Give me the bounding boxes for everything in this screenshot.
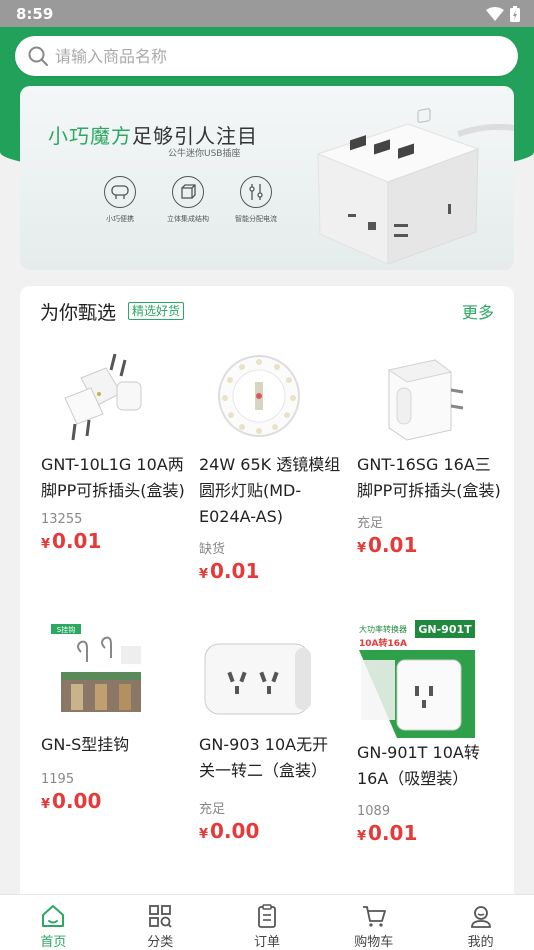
battery-icon — [510, 5, 520, 22]
currency-symbol: ¥ — [199, 567, 209, 582]
product-image — [209, 348, 309, 448]
cart-icon — [362, 906, 386, 927]
banner-feature: 小巧便携 — [96, 176, 144, 224]
product-name: 24W 65K 透镜模组圆形灯贴(MD-E024A-AS) — [199, 455, 341, 526]
image-tag-text: S挂钩 — [57, 625, 75, 634]
current-icon — [240, 176, 272, 208]
product-price: ¥0.01 — [199, 559, 344, 583]
price-value: 0.01 — [52, 529, 102, 553]
tab-profile[interactable]: 我的 — [427, 895, 534, 950]
product-image: GN-901T 大功率转换器 10A转16A — [357, 620, 475, 738]
product-stock: 13255 — [41, 512, 83, 527]
bottom-tab-bar: 首页 分类 订单 购物车 我的 — [0, 894, 534, 950]
product-image — [367, 348, 467, 448]
tab-category[interactable]: 分类 — [107, 895, 214, 950]
product-card[interactable]: GN-903 10A无开关一转二（盒装） 充足 ¥0.00 — [199, 634, 344, 843]
product-card[interactable]: GNT-10L1G 10A两脚PP可拆插头(盒装) 13255 ¥0.01 — [41, 348, 186, 553]
banner-subtitle: 公牛迷你USB插座 — [168, 149, 241, 159]
product-name: GNT-10L1G 10A两脚PP可拆插头(盒装) — [41, 455, 185, 500]
product-price: ¥0.01 — [357, 821, 502, 845]
image-sub-text: 大功率转换器 — [359, 624, 407, 634]
banner-feature: 立体集成结构 — [164, 176, 212, 224]
price-value: 0.01 — [210, 559, 260, 583]
product-price: ¥0.00 — [41, 789, 186, 813]
image-title-text: GN-901T — [418, 623, 472, 636]
currency-symbol: ¥ — [199, 827, 209, 842]
recommend-section: 为你甄选 精选好货 更多 GNT-10L1G 10A两脚PP可拆插头(盒装) 1… — [20, 286, 514, 906]
price-value: 0.01 — [368, 821, 418, 845]
product-stock: 1089 — [357, 804, 391, 819]
product-stock: 缺货 — [199, 542, 226, 557]
section-title: 为你甄选 — [40, 302, 117, 324]
category-icon — [149, 905, 172, 928]
product-name: GNT-16SG 16A三脚PP可拆插头(盒装) — [357, 455, 501, 500]
tab-orders[interactable]: 订单 — [214, 895, 321, 950]
search-input[interactable] — [55, 46, 475, 66]
status-icons — [486, 5, 520, 22]
price-value: 0.00 — [52, 789, 102, 813]
tab-label: 分类 — [147, 935, 174, 950]
currency-symbol: ¥ — [357, 829, 367, 844]
product-stock: 充足 — [357, 516, 384, 531]
currency-symbol: ¥ — [41, 797, 51, 812]
tab-cart[interactable]: 购物车 — [320, 895, 427, 950]
tab-label: 购物车 — [354, 935, 394, 950]
wifi-icon — [486, 6, 504, 21]
product-price: ¥0.01 — [41, 529, 186, 553]
tab-home[interactable]: 首页 — [0, 895, 107, 950]
power-cube-image — [316, 108, 514, 265]
promo-banner[interactable]: 小巧魔方足够引人注目 公牛迷你USB插座 小巧便携 立体集成结构 智能分配电流 — [20, 86, 514, 270]
product-name: GN-S型挂钩 — [41, 735, 130, 754]
feature-label: 智能分配电流 — [235, 215, 277, 223]
product-card[interactable]: GNT-16SG 16A三脚PP可拆插头(盒装) 充足 ¥0.01 — [357, 348, 502, 557]
product-image — [51, 348, 151, 448]
product-price: ¥0.01 — [357, 533, 502, 557]
product-stock: 1195 — [41, 772, 75, 787]
product-name: GN-901T 10A转16A（吸塑装） — [357, 743, 480, 788]
feature-label: 立体集成结构 — [167, 215, 209, 223]
status-bar: 8:59 — [0, 0, 534, 27]
banner-feature: 智能分配电流 — [232, 176, 280, 224]
currency-symbol: ¥ — [357, 541, 367, 556]
product-stock: 充足 — [199, 802, 226, 817]
product-card[interactable]: 24W 65K 透镜模组圆形灯贴(MD-E024A-AS) 缺货 ¥0.01 — [199, 348, 344, 583]
profile-icon — [470, 906, 491, 928]
tab-label: 我的 — [467, 935, 494, 950]
price-value: 0.00 — [210, 819, 260, 843]
cube-icon — [172, 176, 204, 208]
product-card[interactable]: GN-901T 大功率转换器 10A转16A GN-901T 10A转16A（吸… — [357, 620, 502, 845]
product-price: ¥0.00 — [199, 819, 344, 843]
status-time: 8:59 — [16, 4, 54, 23]
product-image — [199, 634, 319, 734]
more-link[interactable]: 更多 — [462, 299, 494, 323]
banner-title-green: 小巧魔方 — [48, 124, 132, 148]
currency-symbol: ¥ — [41, 537, 51, 552]
tab-label: 订单 — [253, 935, 280, 950]
product-card[interactable]: S挂钩 GN-S型挂钩 1195 ¥0.00 — [41, 622, 186, 813]
feature-label: 小巧便携 — [106, 215, 134, 223]
product-image: S挂钩 — [51, 622, 151, 722]
order-icon — [258, 904, 276, 928]
product-name: GN-903 10A无开关一转二（盒装） — [199, 735, 329, 780]
price-value: 0.01 — [368, 533, 418, 557]
banner-title-rest: 足够引人注目 — [132, 124, 258, 148]
home-icon — [42, 905, 65, 927]
search-icon — [28, 46, 48, 66]
search-bar[interactable] — [15, 36, 518, 76]
banner-features: 小巧便携 立体集成结构 智能分配电流 — [96, 176, 280, 224]
portable-icon — [104, 176, 136, 208]
banner-title: 小巧魔方足够引人注目 — [48, 120, 258, 149]
section-tag: 精选好货 — [128, 302, 185, 320]
image-sub2-text: 10A转16A — [359, 637, 407, 649]
tab-label: 首页 — [40, 935, 67, 950]
